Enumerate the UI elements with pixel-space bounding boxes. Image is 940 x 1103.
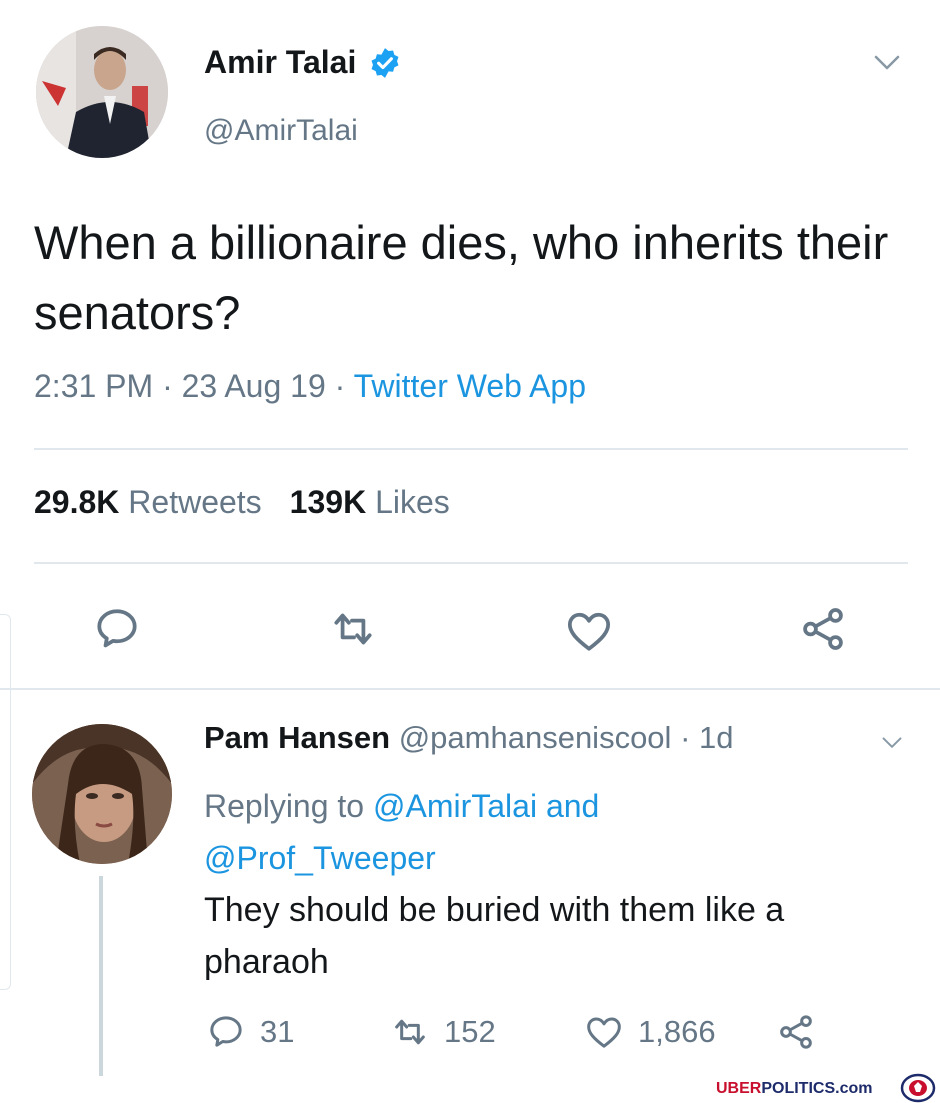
reply-share-action[interactable] bbox=[776, 1012, 816, 1052]
watermark-brand-part2: POLITICS.com bbox=[761, 1080, 873, 1097]
reply-icon[interactable] bbox=[92, 604, 142, 654]
tweet-source-link[interactable]: Twitter Web App bbox=[354, 368, 586, 404]
like-icon bbox=[587, 1017, 621, 1048]
like-icon[interactable] bbox=[564, 606, 614, 656]
likes-label: Likes bbox=[375, 484, 450, 520]
likes-count: 139K bbox=[289, 484, 367, 520]
reply-retweet-action[interactable]: 152 bbox=[390, 1012, 496, 1052]
divider bbox=[34, 448, 908, 450]
retweet-icon bbox=[395, 1019, 425, 1045]
author-display-name[interactable]: Amir Talai bbox=[204, 44, 356, 81]
adjacent-panel-edge bbox=[0, 614, 11, 990]
tweet-time[interactable]: 2:31 PM bbox=[34, 368, 153, 404]
tweet-stats: 29.8K Retweets 139K Likes bbox=[34, 484, 450, 521]
replying-conjunction: and bbox=[545, 788, 600, 824]
reply-text: They should be buried with them like a p… bbox=[204, 891, 785, 981]
chevron-down-icon[interactable] bbox=[874, 54, 900, 72]
reply-like-action[interactable]: 1,866 bbox=[584, 1012, 716, 1052]
author-avatar[interactable] bbox=[36, 26, 168, 158]
meta-separator: · bbox=[334, 368, 346, 404]
share-icon[interactable] bbox=[798, 604, 848, 654]
author-avatar-image bbox=[36, 26, 168, 158]
reply-count: 31 bbox=[260, 1014, 295, 1049]
reply-author-avatar[interactable] bbox=[32, 724, 172, 864]
retweets-label: Retweets bbox=[128, 484, 262, 520]
chevron-down-icon[interactable] bbox=[882, 736, 902, 750]
retweets-count: 29.8K bbox=[34, 484, 120, 520]
watermark: UBERPOLITICS.com bbox=[716, 1080, 872, 1098]
like-count: 1,866 bbox=[638, 1014, 716, 1049]
replying-to: Replying to @AmirTalai and @Prof_Tweeper bbox=[204, 780, 884, 884]
reply-author-name[interactable]: Pam Hansen bbox=[204, 720, 390, 755]
mention-link[interactable]: @AmirTalai bbox=[373, 788, 537, 824]
reply-icon bbox=[210, 1016, 242, 1047]
thread-line bbox=[99, 876, 103, 1076]
mention-link[interactable]: @Prof_Tweeper bbox=[204, 840, 436, 876]
reply-author-avatar-image bbox=[32, 724, 172, 864]
watermark-logo-icon bbox=[900, 1073, 936, 1103]
reply-author-handle[interactable]: @pamhanseniscool bbox=[399, 720, 672, 755]
author-name-row: Amir Talai bbox=[204, 44, 402, 81]
author-handle[interactable]: @AmirTalai bbox=[204, 114, 358, 148]
tweet-text: When a billionaire dies, who inherits th… bbox=[34, 216, 889, 339]
tweet-date[interactable]: 23 Aug 19 bbox=[182, 368, 326, 404]
retweet-count: 152 bbox=[444, 1014, 496, 1049]
divider bbox=[0, 688, 940, 690]
retweets-stat[interactable]: 29.8K Retweets bbox=[34, 484, 262, 520]
likes-stat[interactable]: 139K Likes bbox=[290, 484, 450, 520]
share-icon bbox=[780, 1015, 812, 1049]
watermark-brand-part1: UBER bbox=[716, 1080, 762, 1097]
reply-header: Pam Hansen @pamhanseniscool · 1d bbox=[204, 720, 733, 756]
verified-icon bbox=[371, 47, 399, 78]
divider bbox=[34, 562, 908, 564]
reply-reply-action[interactable]: 31 bbox=[206, 1012, 294, 1052]
retweet-icon[interactable] bbox=[328, 604, 378, 654]
replying-prefix: Replying to bbox=[204, 788, 365, 824]
reply-age[interactable]: · 1d bbox=[680, 720, 733, 755]
tweet-meta: 2:31 PM · 23 Aug 19 · Twitter Web App bbox=[34, 368, 586, 405]
meta-separator: · bbox=[162, 368, 173, 404]
